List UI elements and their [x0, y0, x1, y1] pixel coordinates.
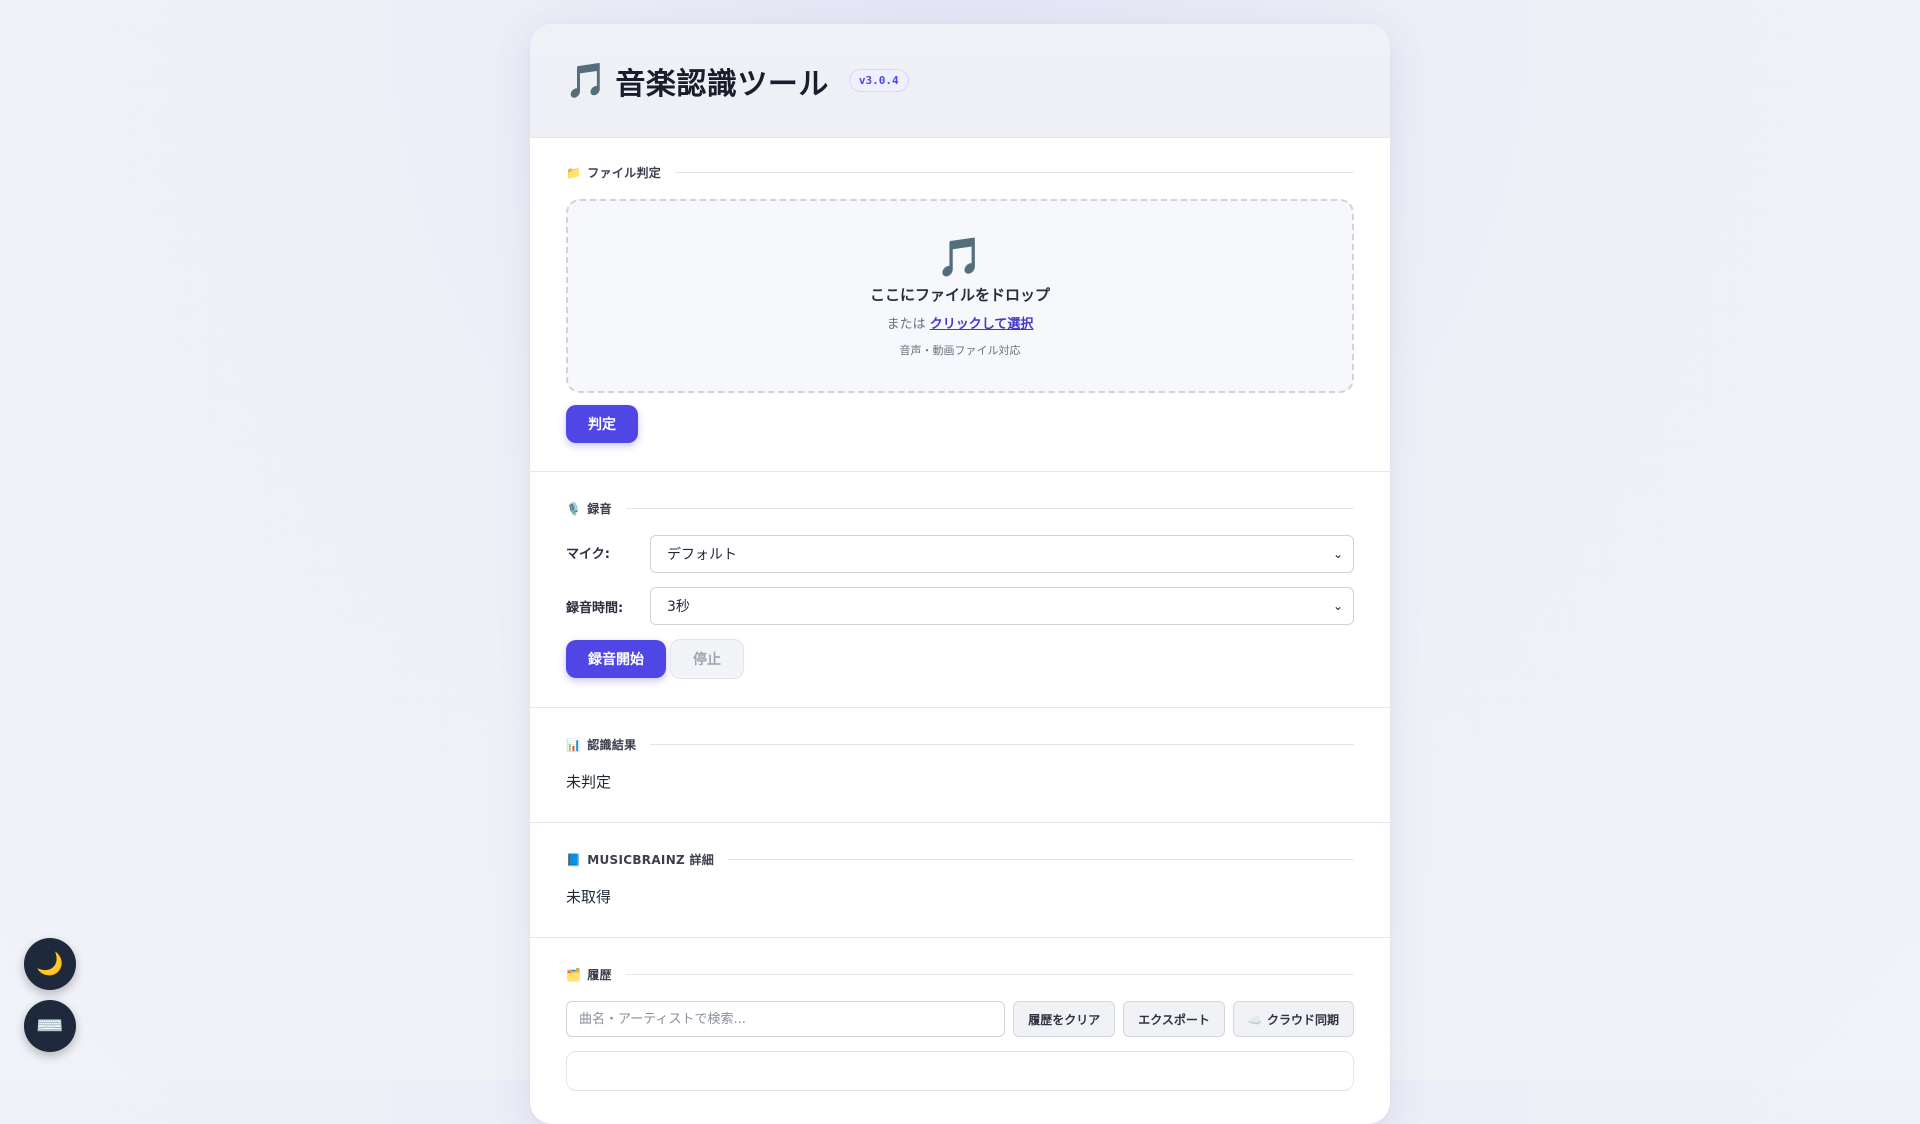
bar-chart-icon: 📊	[566, 737, 582, 752]
divider	[728, 859, 1354, 860]
mic-select[interactable]: デフォルト ⌄	[650, 535, 1354, 573]
file-section-header: 📁 ファイル判定	[566, 164, 1354, 181]
app-header: 🎵 音楽認識ツール v3.0.4	[530, 24, 1390, 138]
duration-label: 録音時間:	[566, 600, 624, 616]
musicbrainz-value: 未取得	[566, 888, 612, 906]
book-icon: 📘	[566, 852, 582, 867]
main-card: 🎵 音楽認識ツール v3.0.4 📁 ファイル判定 🎵 ここにファイルをドロップ…	[530, 24, 1390, 1124]
version-badge: v3.0.4	[848, 69, 909, 92]
history-search-input[interactable]	[566, 1001, 1006, 1037]
record-section: 🎙️ 録音 マイク: デフォルト ⌄ 録音時間: 3秒 ⌄ 録音開始 停止	[530, 472, 1390, 708]
chevron-down-icon: ⌄	[1332, 599, 1343, 613]
divider	[650, 744, 1354, 745]
duration-row: 録音時間: 3秒 ⌄	[566, 587, 1354, 625]
music-note-icon: 🎵	[936, 234, 984, 279]
page-title: 音楽認識ツール	[615, 66, 829, 102]
dropzone-title: ここにファイルをドロップ	[869, 285, 1050, 304]
export-button[interactable]: エクスポート	[1123, 1001, 1225, 1037]
mic-row: マイク: デフォルト ⌄	[566, 535, 1354, 573]
clear-history-button[interactable]: 履歴をクリア	[1013, 1001, 1116, 1037]
divider	[625, 974, 1354, 975]
mic-select-value: デフォルト	[667, 547, 737, 563]
duration-select-value: 3秒	[667, 599, 690, 615]
result-section: 📊 認識結果 未判定	[530, 708, 1390, 823]
result-section-header: 📊 認識結果	[566, 736, 1354, 753]
history-list	[566, 1051, 1354, 1091]
judge-button[interactable]: 判定	[566, 405, 638, 443]
divider	[625, 508, 1354, 509]
moon-icon: 🌙	[36, 951, 64, 977]
start-recording-button[interactable]: 録音開始	[566, 640, 666, 678]
file-dropzone[interactable]: 🎵 ここにファイルをドロップ または クリックして選択 音声・動画ファイル対応	[566, 199, 1354, 393]
keyboard-shortcuts-button[interactable]: ⌨️	[24, 1000, 76, 1052]
folder-icon: 📁	[566, 165, 582, 180]
file-section: 📁 ファイル判定 🎵 ここにファイルをドロップ または クリックして選択 音声・…	[530, 138, 1390, 472]
select-file-link[interactable]: クリックして選択	[930, 317, 1034, 332]
record-section-header: 🎙️ 録音	[566, 500, 1354, 517]
cloud-sync-button[interactable]: ☁️ クラウド同期	[1232, 1001, 1354, 1037]
history-controls: 履歴をクリア エクスポート ☁️ クラウド同期	[566, 1001, 1354, 1037]
music-note-icon: 🎵	[565, 60, 608, 101]
theme-toggle-button[interactable]: 🌙	[24, 938, 76, 990]
result-section-title: 認識結果	[587, 738, 637, 752]
dropzone-or-text: または	[886, 316, 926, 332]
microphone-icon: 🎙️	[566, 501, 582, 516]
history-section-title: 履歴	[587, 968, 612, 982]
file-section-title: ファイル判定	[587, 166, 662, 180]
musicbrainz-section-header: 📘 MUSICBRAINZ 詳細	[566, 851, 1354, 868]
musicbrainz-section: 📘 MUSICBRAINZ 詳細 未取得	[530, 823, 1390, 938]
mic-label: マイク:	[566, 547, 610, 562]
duration-select[interactable]: 3秒 ⌄	[650, 587, 1354, 625]
chevron-down-icon: ⌄	[1332, 547, 1343, 561]
divider	[675, 172, 1354, 173]
dropzone-note: 音声・動画ファイル対応	[899, 343, 1021, 357]
card-index-icon: 🗂️	[566, 967, 582, 982]
musicbrainz-section-title: MUSICBRAINZ 詳細	[587, 853, 715, 867]
history-section: 🗂️ 履歴 履歴をクリア エクスポート ☁️ クラウド同期	[530, 938, 1390, 1119]
result-value: 未判定	[566, 773, 612, 791]
dropzone-subtitle: または クリックして選択	[887, 313, 1034, 332]
history-section-header: 🗂️ 履歴	[566, 966, 1354, 983]
keyboard-icon: ⌨️	[36, 1013, 64, 1039]
stop-button[interactable]: 停止	[670, 639, 744, 679]
record-section-title: 録音	[587, 502, 612, 516]
